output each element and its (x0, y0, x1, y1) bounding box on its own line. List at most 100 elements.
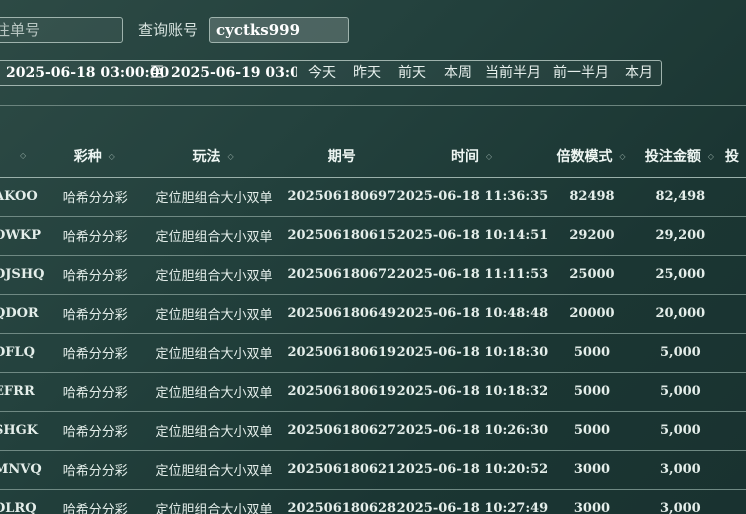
quick-range-day-before[interactable]: 前天 (398, 61, 426, 85)
user-link[interactable]: SHGK (0, 411, 50, 451)
period-cell: 202506180627 (286, 411, 397, 451)
quick-range-current-half-month[interactable]: 当前半月 (485, 61, 541, 85)
user-link[interactable]: OWKP (0, 216, 50, 256)
quick-range-yesterday[interactable]: 昨天 (353, 61, 381, 85)
table-row: EFRR哈希分分彩定位胆组合大小双单2025061806192025-06-18… (0, 372, 746, 412)
time-cell: 2025-06-18 10:14:51 (396, 216, 549, 256)
play-cell: 定位胆组合大小双单 (141, 294, 287, 334)
sort-icon[interactable]: ◇ (484, 153, 494, 161)
amount-cell: 3,000 (635, 450, 725, 490)
lottery-cell: 哈希分分彩 (49, 294, 142, 334)
bet-records-table: ◇ 彩种◇ 玩法◇ 期号 时间◇ 倍数模式◇ 投注金额◇ 投 AKOO哈希分分彩… (0, 136, 746, 514)
column-header-time[interactable]: 时间 ◇ (396, 136, 549, 178)
extra-cell (724, 411, 746, 451)
quick-range-today[interactable]: 今天 (308, 61, 336, 85)
amount-cell: 5,000 (635, 372, 725, 412)
extra-cell (724, 372, 746, 412)
table-row: DJSHQ哈希分分彩定位胆组合大小双单2025061806722025-06-1… (0, 255, 746, 295)
multiple-cell: 5000 (548, 372, 636, 412)
table-header: ◇ 彩种 ◇ 玩法 ◇ 期号 时间 ◇ 倍数模式 ◇ 投注金额 ◇ 投 (0, 136, 746, 178)
extra-cell (724, 255, 746, 295)
user-link[interactable]: AKOO (0, 177, 50, 217)
lottery-cell: 哈希分分彩 (49, 489, 142, 514)
lottery-cell: 哈希分分彩 (49, 450, 142, 490)
play-cell: 定位胆组合大小双单 (141, 216, 287, 256)
user-link[interactable]: EFRR (0, 372, 50, 412)
play-cell: 定位胆组合大小双单 (141, 372, 287, 412)
multiple-cell: 29200 (548, 216, 636, 256)
amount-cell: 5,000 (635, 411, 725, 451)
quick-range-previous-half-month[interactable]: 前一半月 (553, 61, 609, 85)
filter-panel: 注单号 查询账号 cyctks999 2025-06-18 03:00:00 至… (0, 0, 746, 105)
play-cell: 定位胆组合大小双单 (141, 411, 287, 451)
multiple-cell: 3000 (548, 450, 636, 490)
multiple-cell: 82498 (548, 177, 636, 217)
time-cell: 2025-06-18 10:18:32 (396, 372, 549, 412)
time-cell: 2025-06-18 10:26:30 (396, 411, 549, 451)
extra-cell (724, 333, 746, 373)
multiple-cell: 5000 (548, 411, 636, 451)
column-header-more[interactable]: 投 (724, 136, 746, 178)
period-cell: 202506180628 (286, 489, 397, 514)
user-link[interactable]: MNVQ (0, 450, 50, 490)
range-start[interactable]: 2025-06-18 03:00:00 (6, 61, 169, 85)
order-number-input[interactable]: 注单号 (0, 17, 123, 43)
range-separator: 至 (150, 65, 164, 81)
column-header-user[interactable]: ◇ (0, 136, 50, 178)
column-header-amount[interactable]: 投注金额 ◇ (635, 136, 725, 178)
user-link[interactable]: DJSHQ (0, 255, 50, 295)
sort-icon[interactable]: ◇ (706, 153, 716, 161)
time-cell: 2025-06-18 10:27:49 (396, 489, 549, 514)
extra-cell (724, 294, 746, 334)
play-cell: 定位胆组合大小双单 (141, 333, 287, 373)
time-cell: 2025-06-18 11:36:35 (396, 177, 549, 217)
user-link[interactable]: DLRQ (0, 489, 50, 514)
table-row: AKOO哈希分分彩定位胆组合大小双单2025061806972025-06-18… (0, 177, 746, 217)
play-cell: 定位胆组合大小双单 (141, 450, 287, 490)
time-cell: 2025-06-18 10:18:30 (396, 333, 549, 373)
table-row: SHGK哈希分分彩定位胆组合大小双单2025061806272025-06-18… (0, 411, 746, 451)
play-cell: 定位胆组合大小双单 (141, 255, 287, 295)
lottery-cell: 哈希分分彩 (49, 216, 142, 256)
extra-cell (724, 216, 746, 256)
quick-range-this-month[interactable]: 本月 (625, 61, 653, 85)
period-cell: 202506180621 (286, 450, 397, 490)
time-cell: 2025-06-18 10:20:52 (396, 450, 549, 490)
user-link[interactable]: DFLQ (0, 333, 50, 373)
amount-cell: 29,200 (635, 216, 725, 256)
table-row: MNVQ哈希分分彩定位胆组合大小双单2025061806212025-06-18… (0, 450, 746, 490)
multiple-cell: 25000 (548, 255, 636, 295)
column-header-multiple[interactable]: 倍数模式 ◇ (548, 136, 636, 178)
amount-cell: 20,000 (635, 294, 725, 334)
lottery-cell: 哈希分分彩 (49, 255, 142, 295)
period-cell: 202506180697 (286, 177, 397, 217)
multiple-cell: 3000 (548, 489, 636, 514)
column-header-lottery[interactable]: 彩种 ◇ (49, 136, 142, 178)
period-cell: 202506180615 (286, 216, 397, 256)
sort-icon[interactable]: ◇ (107, 153, 117, 161)
table-row: DFLQ哈希分分彩定位胆组合大小双单2025061806192025-06-18… (0, 333, 746, 373)
amount-cell: 3,000 (635, 489, 725, 514)
sort-icon[interactable]: ◇ (18, 152, 28, 160)
lottery-cell: 哈希分分彩 (49, 372, 142, 412)
extra-cell (724, 450, 746, 490)
quick-range-this-week[interactable]: 本周 (444, 61, 472, 85)
lottery-cell: 哈希分分彩 (49, 177, 142, 217)
table-row: DLRQ哈希分分彩定位胆组合大小双单2025061806282025-06-18… (0, 489, 746, 514)
user-link[interactable]: QDOR (0, 294, 50, 334)
column-header-play[interactable]: 玩法 ◇ (141, 136, 287, 178)
multiple-cell: 20000 (548, 294, 636, 334)
range-end[interactable]: 2025-06-19 03:00:00 (171, 61, 297, 85)
period-cell: 202506180619 (286, 333, 397, 373)
time-cell: 2025-06-18 10:48:48 (396, 294, 549, 334)
sort-icon[interactable]: ◇ (226, 153, 236, 161)
table-row: OWKP哈希分分彩定位胆组合大小双单2025061806152025-06-18… (0, 216, 746, 256)
sort-icon[interactable]: ◇ (617, 153, 627, 161)
play-cell: 定位胆组合大小双单 (141, 177, 287, 217)
multiple-cell: 5000 (548, 333, 636, 373)
extra-cell (724, 177, 746, 217)
amount-cell: 82,498 (635, 177, 725, 217)
amount-cell: 5,000 (635, 333, 725, 373)
account-input[interactable]: cyctks999 (209, 17, 349, 43)
date-range-picker[interactable]: 2025-06-18 03:00:00 至 2025-06-19 03:00:0… (0, 60, 662, 86)
